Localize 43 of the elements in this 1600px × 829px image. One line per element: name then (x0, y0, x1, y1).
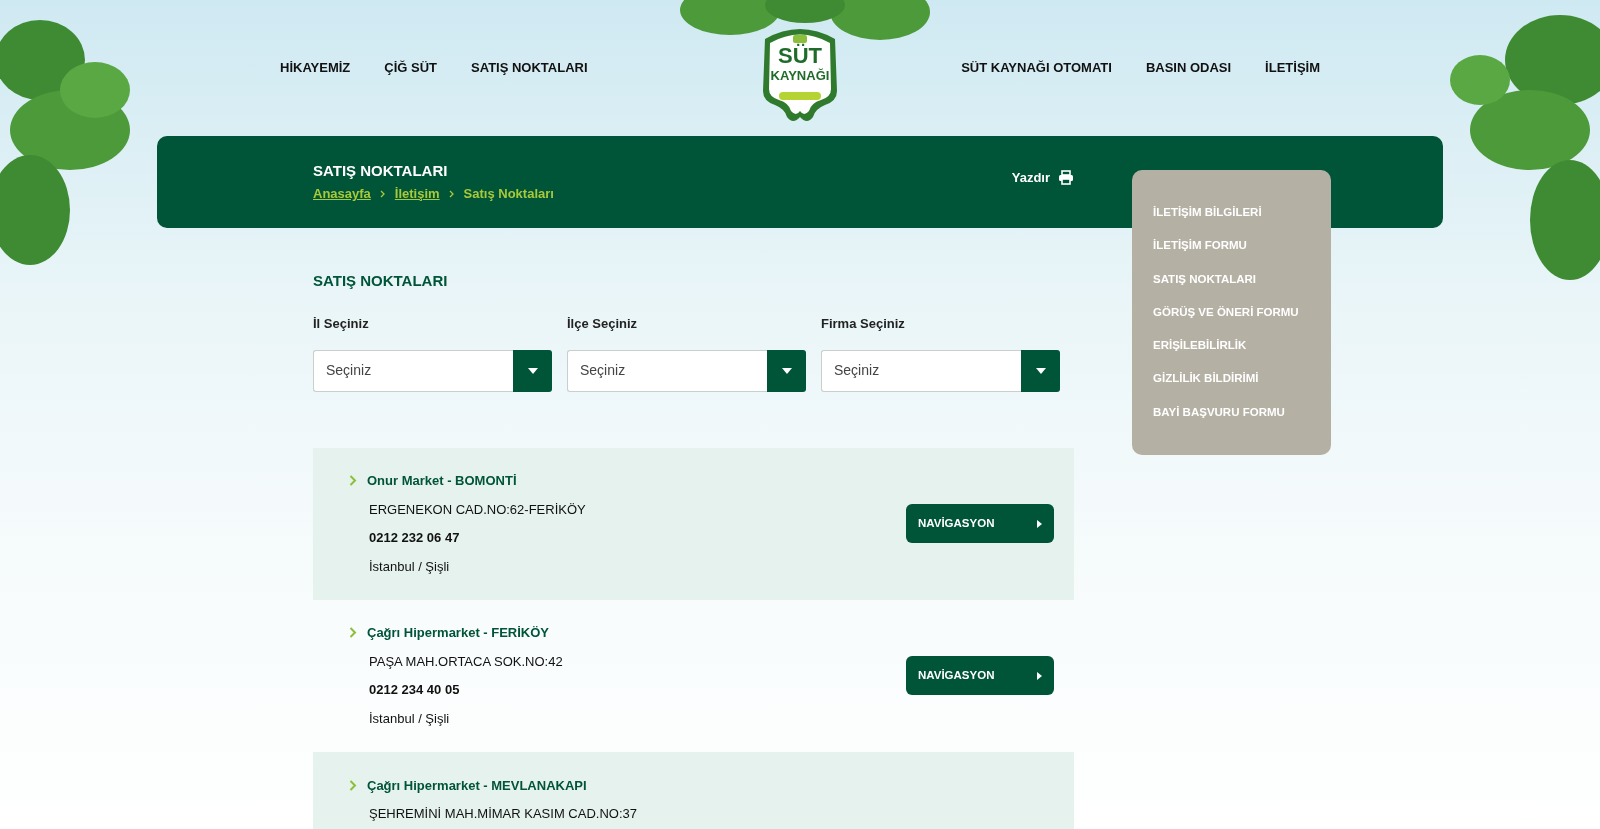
store-address: ŞEHREMİNİ MAH.MİMAR KASIM CAD.NO:37 (369, 805, 637, 823)
chevron-icon (349, 779, 357, 791)
breadcrumb-link[interactable]: İletişim (394, 184, 440, 204)
caret-icon (767, 349, 806, 392)
logo-text: KAYNAĞI (770, 69, 830, 82)
nav-link-item[interactable]: ÇİĞ SÜT (384, 58, 438, 78)
chevron-icon (349, 627, 357, 639)
store-phone: 0212 232 06 47 (369, 529, 461, 547)
store-name: Çağrı Hipermarket - FERİKÖY (367, 624, 550, 642)
store-name: Onur Market - BOMONTİ (367, 472, 517, 490)
navigation-button[interactable]: NAVİGASYON (906, 504, 1054, 543)
store-address: PAŞA MAH.ORTACA SOK.NO:42 (369, 652, 563, 671)
store-name: Çağrı Hipermarket - MEVLANAKAPI (367, 776, 587, 795)
store-city: İstanbul / Şişli (369, 709, 451, 728)
chevron-icon (448, 189, 455, 198)
nav-link-item[interactable]: BASIN ODASI (1145, 58, 1232, 78)
field-label: Firma Seçiniz (821, 315, 906, 333)
store-phone: 0212 234 40 05 (369, 681, 461, 699)
breadcrumb-link[interactable]: Anasayfa (313, 184, 371, 204)
caret-icon (1037, 671, 1042, 680)
select-field[interactable]: Seçiniz (313, 349, 513, 392)
field-label: İlçe Seçiniz (567, 315, 639, 333)
page-title: SATIŞ NOKTALARI (313, 162, 449, 180)
print-button[interactable]: Yazdır (1011, 168, 1074, 188)
breadcrumb-current: Satış Noktaları (463, 185, 554, 203)
select-field[interactable]: Seçiniz (567, 349, 767, 392)
chevron-icon (349, 475, 357, 487)
caret-icon (1037, 519, 1042, 528)
store-address: ERGENEKON CAD.NO:62-FERİKÖY (369, 500, 586, 519)
select-field[interactable]: Seçiniz (821, 349, 1021, 392)
print-icon (1058, 170, 1074, 186)
chevron-icon (379, 189, 386, 198)
nav-link-item[interactable]: SÜT KAYNAĞI OTOMATI (961, 58, 1112, 78)
caret-icon (513, 349, 552, 392)
logo-text: SÜT (778, 45, 822, 67)
caret-icon (1021, 349, 1060, 392)
store-city: İstanbul / Şişli (369, 557, 451, 576)
nav-link-item[interactable]: SATIŞ NOKTALARI (471, 58, 588, 78)
navigation-button[interactable]: NAVİGASYON (906, 656, 1054, 695)
nav-link-item[interactable]: İLETİŞİM (1265, 58, 1320, 78)
field-label: İl Seçiniz (313, 315, 370, 333)
section-title: SATIŞ NOKTALARI (313, 272, 449, 290)
nav-link-item[interactable]: HİKAYEMİZ (280, 58, 351, 78)
